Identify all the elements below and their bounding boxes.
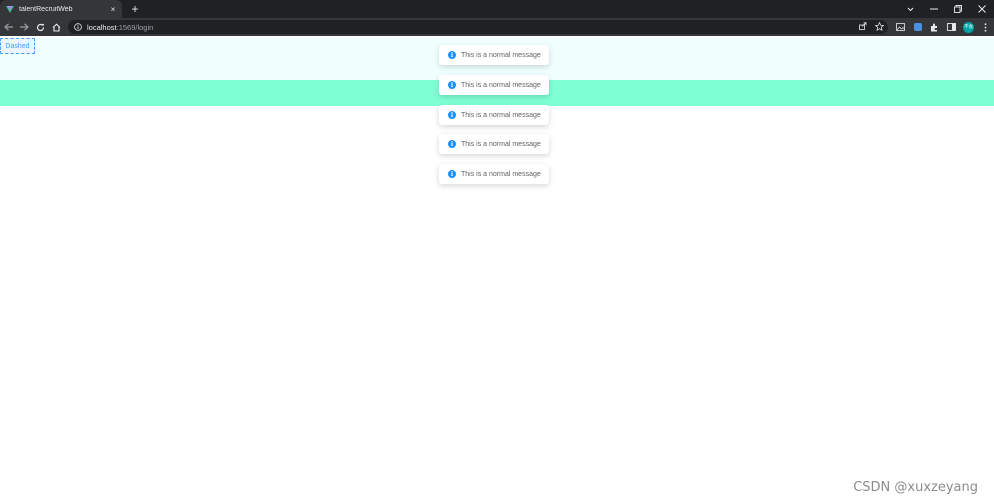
tab-title: talentRecruitWeb <box>19 5 73 13</box>
csdn-watermark: CSDN @xuxzeyang <box>853 480 978 495</box>
browser-tab-strip: talentRecruitWeb × + <box>0 0 994 18</box>
info-icon: i <box>448 170 456 178</box>
back-arrow-icon[interactable] <box>0 18 16 36</box>
omnibox-actions <box>859 20 885 34</box>
bookmark-star-icon[interactable] <box>874 21 885 33</box>
translate-extension-icon[interactable] <box>909 18 926 36</box>
dashed-button[interactable]: Dashed <box>0 38 35 54</box>
message-toast: i This is a normal message <box>439 105 549 125</box>
browser-toolbar: localhost :1569/login 不会 <box>0 18 994 36</box>
forward-arrow-icon[interactable] <box>16 18 32 36</box>
message-toast: i This is a normal message <box>439 164 549 184</box>
site-info-icon[interactable] <box>74 23 82 31</box>
page-viewport: Dashed i This is a normal message i This is… <box>0 36 994 504</box>
info-icon: i <box>448 111 456 119</box>
info-icon: i <box>448 81 456 89</box>
share-icon[interactable] <box>859 22 867 32</box>
extensions-area: 不会 <box>892 18 994 36</box>
message-text: This is a normal message <box>461 140 541 148</box>
reload-icon[interactable] <box>32 18 48 36</box>
info-icon: i <box>448 140 456 148</box>
image-extension-icon[interactable] <box>892 18 909 36</box>
message-text: This is a normal message <box>461 51 541 59</box>
profile-avatar[interactable]: 不会 <box>960 18 977 36</box>
close-window-icon[interactable] <box>970 0 994 18</box>
message-text: This is a normal message <box>461 170 541 178</box>
restore-icon[interactable] <box>946 0 970 18</box>
url-host: localhost <box>87 22 117 32</box>
window-controls <box>898 0 994 18</box>
address-bar[interactable]: localhost :1569/login <box>68 20 888 34</box>
tab-close-icon[interactable]: × <box>108 5 118 14</box>
message-toast: i This is a normal message <box>439 45 549 65</box>
message-toast: i This is a normal message <box>439 75 549 95</box>
tab-search-chevron-icon[interactable] <box>898 0 922 18</box>
home-icon[interactable] <box>48 18 64 36</box>
minimize-icon[interactable] <box>922 0 946 18</box>
side-panel-icon[interactable] <box>943 18 960 36</box>
info-icon: i <box>448 51 456 59</box>
url-path: :1569/login <box>116 22 154 32</box>
message-text: This is a normal message <box>461 111 541 119</box>
vue-favicon-icon <box>6 5 14 13</box>
puzzle-extensions-icon[interactable] <box>926 18 943 36</box>
message-toast: i This is a normal message <box>439 134 549 154</box>
browser-tab[interactable]: talentRecruitWeb × <box>0 0 122 18</box>
new-tab-button[interactable]: + <box>126 0 144 18</box>
message-text: This is a normal message <box>461 81 541 89</box>
more-menu-icon[interactable] <box>977 18 994 36</box>
